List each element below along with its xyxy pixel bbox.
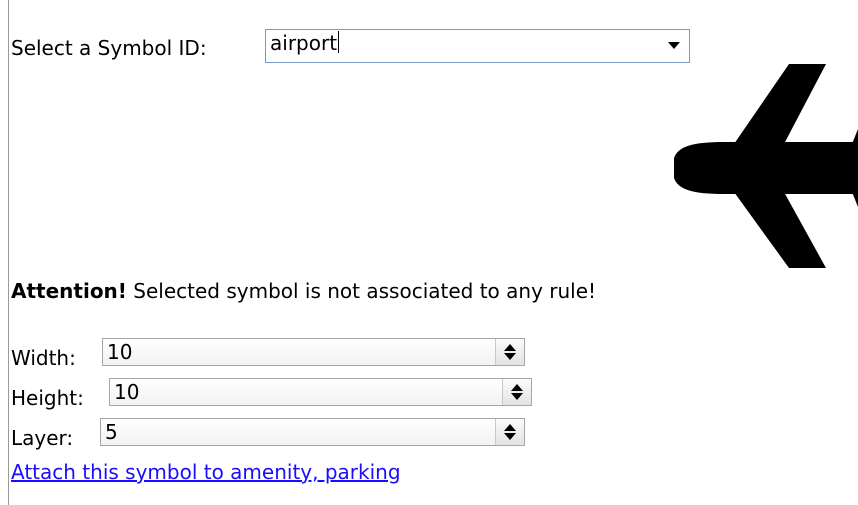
- increment-arrow-icon[interactable]: [504, 344, 516, 351]
- attention-text: Selected symbol is not associated to any…: [126, 279, 597, 303]
- symbol-id-value[interactable]: airport: [270, 31, 340, 55]
- attention-title: Attention!: [11, 279, 127, 303]
- layer-spinner[interactable]: 5: [100, 418, 525, 446]
- height-value[interactable]: 10: [114, 380, 139, 404]
- width-spin-buttons[interactable]: [495, 339, 524, 365]
- attach-symbol-link[interactable]: Attach this symbol to amenity, parking: [11, 460, 401, 484]
- panel-left-border: [8, 0, 9, 505]
- width-value[interactable]: 10: [107, 340, 132, 364]
- height-spin-buttons[interactable]: [502, 379, 531, 405]
- increment-arrow-icon[interactable]: [504, 424, 516, 431]
- height-spinner[interactable]: 10: [109, 378, 532, 406]
- attention-message: Attention! Selected symbol is not associ…: [11, 279, 596, 303]
- symbol-id-label: Select a Symbol ID:: [11, 36, 207, 60]
- airplane-icon: [674, 64, 858, 268]
- layer-label: Layer:: [11, 426, 74, 450]
- width-label: Width:: [11, 346, 76, 370]
- decrement-arrow-icon[interactable]: [511, 393, 523, 400]
- layer-spin-buttons[interactable]: [495, 419, 524, 445]
- height-label: Height:: [11, 386, 84, 410]
- chevron-down-icon[interactable]: [668, 42, 680, 49]
- increment-arrow-icon[interactable]: [511, 384, 523, 391]
- decrement-arrow-icon[interactable]: [504, 353, 516, 360]
- symbol-editor-panel: Select a Symbol ID: airport Attention! S…: [0, 0, 858, 505]
- text-caret: [338, 31, 340, 53]
- width-spinner[interactable]: 10: [102, 338, 525, 366]
- decrement-arrow-icon[interactable]: [504, 433, 516, 440]
- layer-value[interactable]: 5: [105, 420, 118, 444]
- symbol-id-combobox[interactable]: airport: [265, 29, 690, 63]
